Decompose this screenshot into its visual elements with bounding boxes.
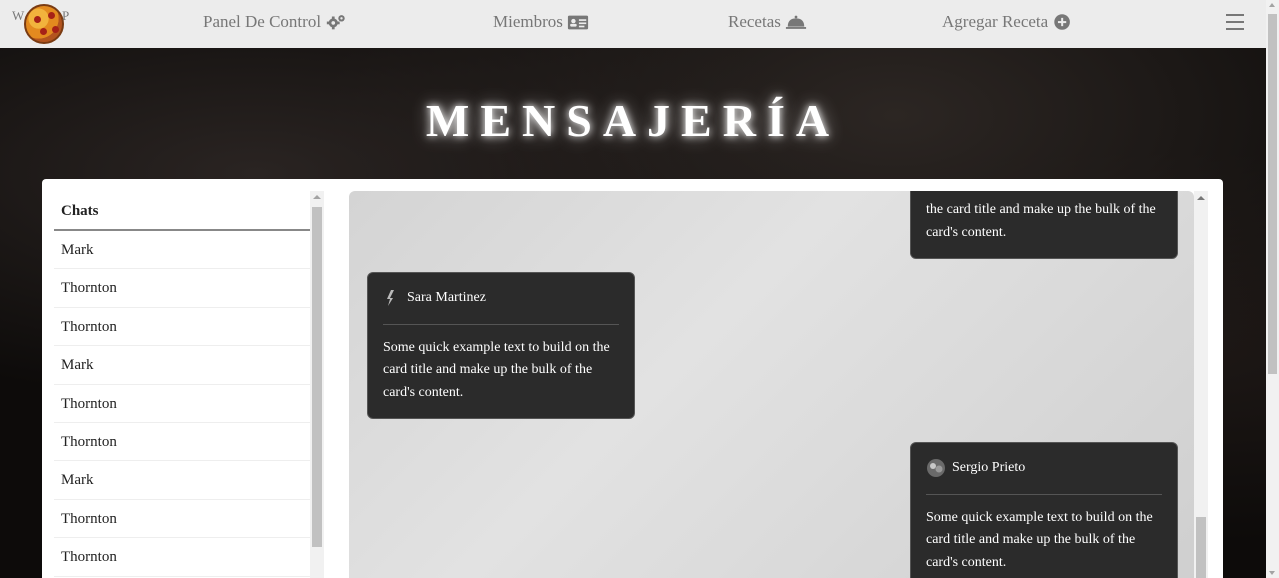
chat-item[interactable]: Mark [54,231,310,270]
brand-letter-p: P [62,8,70,23]
chat-item[interactable]: Thornton [54,269,310,308]
chat-list-scrollbar[interactable] [310,191,324,578]
pizza-icon [24,4,64,44]
brand-logo[interactable]: W P [10,2,74,46]
nav-label: Agregar Receta [942,12,1049,31]
brand-letter-w: W [12,8,25,23]
nav-agregar-receta[interactable]: Agregar Receta [942,12,1074,32]
message-header: Sergio Prieto [926,457,1162,495]
message-header: Sara Martinez [383,287,619,325]
message-text: Some quick example text to build on the … [383,339,610,400]
chat-item[interactable]: Thornton [54,538,310,577]
chat-item[interactable]: Thornton [54,423,310,462]
gears-icon [326,15,345,30]
message-card: Sara Martinez Some quick example text to… [367,272,635,419]
avatar [387,290,394,307]
chat-item[interactable]: Mark [54,461,310,500]
chat-item[interactable]: Thornton [54,385,310,423]
nav-miembros[interactable]: Miembros [493,12,589,32]
nav-recetas[interactable]: Recetas [728,12,807,32]
message-card: the card title and make up the bulk of t… [910,191,1178,259]
cloche-icon [785,15,806,29]
page-title: MENSAJERÍA [425,95,841,146]
chat-item[interactable]: Thornton [54,308,310,347]
message-author: Sara Martinez [407,290,486,305]
chat-item[interactable]: Mark [54,346,310,385]
id-card-icon [567,15,588,30]
nav-label: Recetas [728,12,781,31]
nav-label: Panel De Control [203,12,322,31]
message-text: the card title and make up the bulk of t… [926,202,1156,240]
nav-panel-de-control[interactable]: Panel De Control [203,12,347,32]
avatar [927,459,945,478]
messaging-panel: Chats Mark Thornton Thornton Mark Thornt… [42,179,1223,578]
hamburger-icon[interactable] [1226,14,1244,30]
chat-item[interactable]: Thornton [54,500,310,539]
nav-label: Miembros [493,12,563,31]
navbar: W P Panel De Control Miembros Recetas Ag… [0,0,1266,48]
message-text: Some quick example text to build on the … [926,509,1153,570]
message-card: Sergio Prieto Some quick example text to… [910,442,1178,578]
message-author: Sergio Prieto [952,460,1026,475]
chat-list: Chats Mark Thornton Thornton Mark Thornt… [54,191,310,578]
plus-circle-icon [1054,14,1071,30]
chats-header: Chats [54,191,310,231]
message-area-scrollbar[interactable] [1194,191,1208,578]
page-scrollbar[interactable] [1266,0,1279,578]
message-area: the card title and make up the bulk of t… [349,191,1194,578]
